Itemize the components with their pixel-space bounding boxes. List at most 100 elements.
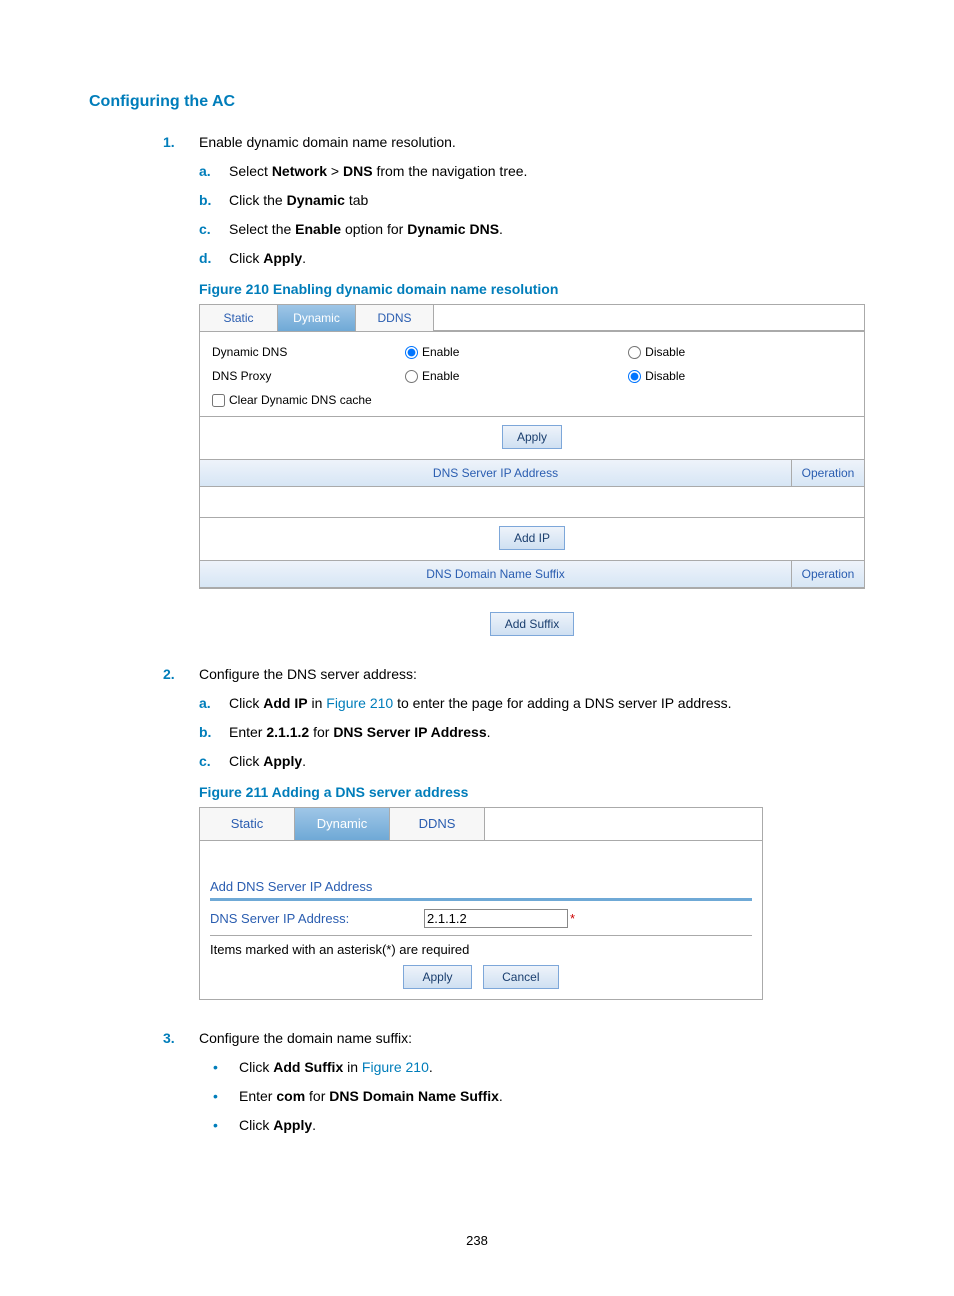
tab-ddns[interactable]: DDNS [356, 305, 434, 331]
dns-ip-grid-body [200, 487, 864, 518]
dnsproxy-enable-label: Enable [422, 369, 459, 383]
tab-dynamic-211[interactable]: Dynamic [295, 808, 390, 840]
step-2b-post: . [487, 724, 491, 740]
dnsproxy-disable-label: Disable [645, 369, 685, 383]
step-1a-mid: > [327, 163, 343, 179]
step-3b2-post: . [499, 1088, 503, 1104]
tab-static[interactable]: Static [200, 305, 278, 331]
dnsproxy-disable-radio[interactable]: Disable [628, 369, 685, 383]
step-1b: b. Click the Dynamic tab [199, 190, 865, 211]
row-dynamic-dns-label: Dynamic DNS [208, 340, 401, 364]
cancel-button-211[interactable]: Cancel [483, 965, 558, 989]
figure-211-caption: Figure 211 Adding a DNS server address [199, 782, 865, 803]
step-1c-pre: Select the [229, 221, 295, 237]
tab-row: Static Dynamic DDNS [200, 305, 864, 332]
step-1c-b2: Dynamic DNS [407, 221, 499, 237]
step-2-text: Configure the DNS server address: [199, 666, 417, 682]
step-2b-pre: Enter [229, 724, 266, 740]
dyndns-enable-radio[interactable]: Enable [405, 345, 459, 359]
page-number: 238 [0, 1231, 954, 1251]
apply-button-210[interactable]: Apply [502, 425, 562, 449]
add-suffix-button[interactable]: Add Suffix [490, 612, 574, 636]
step-2a-b1: Add IP [263, 695, 307, 711]
step-1-marker: 1. [163, 132, 175, 153]
step-2c-post: . [302, 753, 306, 769]
apply-button-211[interactable]: Apply [403, 965, 471, 989]
step-1d: d. Click Apply. [199, 248, 865, 269]
figure-211-panel: Static Dynamic DDNS Add DNS Server IP Ad… [199, 807, 763, 1000]
dnsproxy-enable-radio[interactable]: Enable [405, 369, 459, 383]
step-1d-b1: Apply [263, 250, 302, 266]
step-3b1-post: . [429, 1059, 433, 1075]
tab-static-211[interactable]: Static [200, 808, 295, 840]
row-dnsproxy-label: DNS Proxy [208, 364, 401, 388]
step-2: 2. Configure the DNS server address: a. … [89, 664, 865, 1000]
step-1b-post: tab [345, 192, 368, 208]
step-2b: b. Enter 2.1.1.2 for DNS Server IP Addre… [199, 722, 865, 743]
step-1c-marker: c. [199, 219, 211, 240]
step-1a-post: from the navigation tree. [373, 163, 528, 179]
figure-210-caption: Figure 210 Enabling dynamic domain name … [199, 279, 865, 300]
step-1c-b1: Enable [295, 221, 341, 237]
col-operation-1: Operation [792, 460, 864, 486]
step-2a: a. Click Add IP in Figure 210 to enter t… [199, 693, 865, 714]
step-2c-pre: Click [229, 753, 263, 769]
step-3: 3. Configure the domain name suffix: Cli… [89, 1028, 865, 1136]
step-2a-mid: in [308, 695, 327, 711]
step-3b1-link[interactable]: Figure 210 [362, 1059, 429, 1075]
step-3b2-pre: Enter [239, 1088, 276, 1104]
add-ip-button[interactable]: Add IP [499, 526, 565, 550]
tab-filler [434, 305, 864, 331]
dyndns-enable-label: Enable [422, 345, 459, 359]
required-mark: * [570, 909, 575, 929]
step-3b2-b1: com [276, 1088, 305, 1104]
step-2a-marker: a. [199, 693, 211, 714]
group-label: Add DNS Server IP Address [210, 877, 752, 897]
section-title: Configuring the AC [89, 90, 865, 114]
col-operation-2: Operation [792, 561, 864, 587]
step-2c: c. Click Apply. [199, 751, 865, 772]
step-1a: a. Select Network > DNS from the navigat… [199, 161, 865, 182]
step-1a-b1: Network [272, 163, 327, 179]
step-2a-pre: Click [229, 695, 263, 711]
step-2b-mid: for [309, 724, 333, 740]
step-2b-marker: b. [199, 722, 211, 743]
step-3b1-b1: Add Suffix [273, 1059, 343, 1075]
dyndns-disable-radio[interactable]: Disable [628, 345, 685, 359]
step-3b3-b1: Apply [273, 1117, 312, 1133]
step-1c-post: . [499, 221, 503, 237]
step-1c: c. Select the Enable option for Dynamic … [199, 219, 865, 240]
tab-dynamic[interactable]: Dynamic [278, 305, 356, 331]
step-3-bullet-2: Enter com for DNS Domain Name Suffix. [199, 1086, 865, 1107]
step-1d-pre: Click [229, 250, 263, 266]
step-3b3-pre: Click [239, 1117, 273, 1133]
step-3-marker: 3. [163, 1028, 175, 1049]
col-dns-ip: DNS Server IP Address [200, 460, 792, 486]
step-2a-post: to enter the page for adding a DNS serve… [393, 695, 731, 711]
tab-filler-211 [485, 808, 762, 840]
step-2a-link[interactable]: Figure 210 [326, 695, 393, 711]
step-3-bullet-1: Click Add Suffix in Figure 210. [199, 1057, 865, 1078]
step-2c-b1: Apply [263, 753, 302, 769]
step-1a-marker: a. [199, 161, 211, 182]
step-1b-marker: b. [199, 190, 211, 211]
ip-field-label: DNS Server IP Address: [210, 909, 424, 929]
step-1d-post: . [302, 250, 306, 266]
step-3b3-post: . [312, 1117, 316, 1133]
step-1d-marker: d. [199, 248, 211, 269]
step-2-marker: 2. [163, 664, 175, 685]
col-dns-suffix: DNS Domain Name Suffix [200, 561, 792, 587]
figure-210-panel: Static Dynamic DDNS Dynamic DNS Enable D… [199, 304, 865, 589]
clear-cache-label: Clear Dynamic DNS cache [229, 393, 372, 407]
tab-row-211: Static Dynamic DDNS [200, 808, 762, 841]
step-2b-b2: DNS Server IP Address [333, 724, 486, 740]
clear-cache-checkbox[interactable]: Clear Dynamic DNS cache [212, 393, 372, 407]
step-1b-b1: Dynamic [287, 192, 345, 208]
step-1a-b2: DNS [343, 163, 373, 179]
ip-input[interactable] [424, 909, 568, 928]
step-3b1-pre: Click [239, 1059, 273, 1075]
step-1c-mid: option for [341, 221, 407, 237]
step-1a-pre: Select [229, 163, 272, 179]
required-note: Items marked with an asterisk(*) are req… [210, 936, 752, 966]
tab-ddns-211[interactable]: DDNS [390, 808, 485, 840]
